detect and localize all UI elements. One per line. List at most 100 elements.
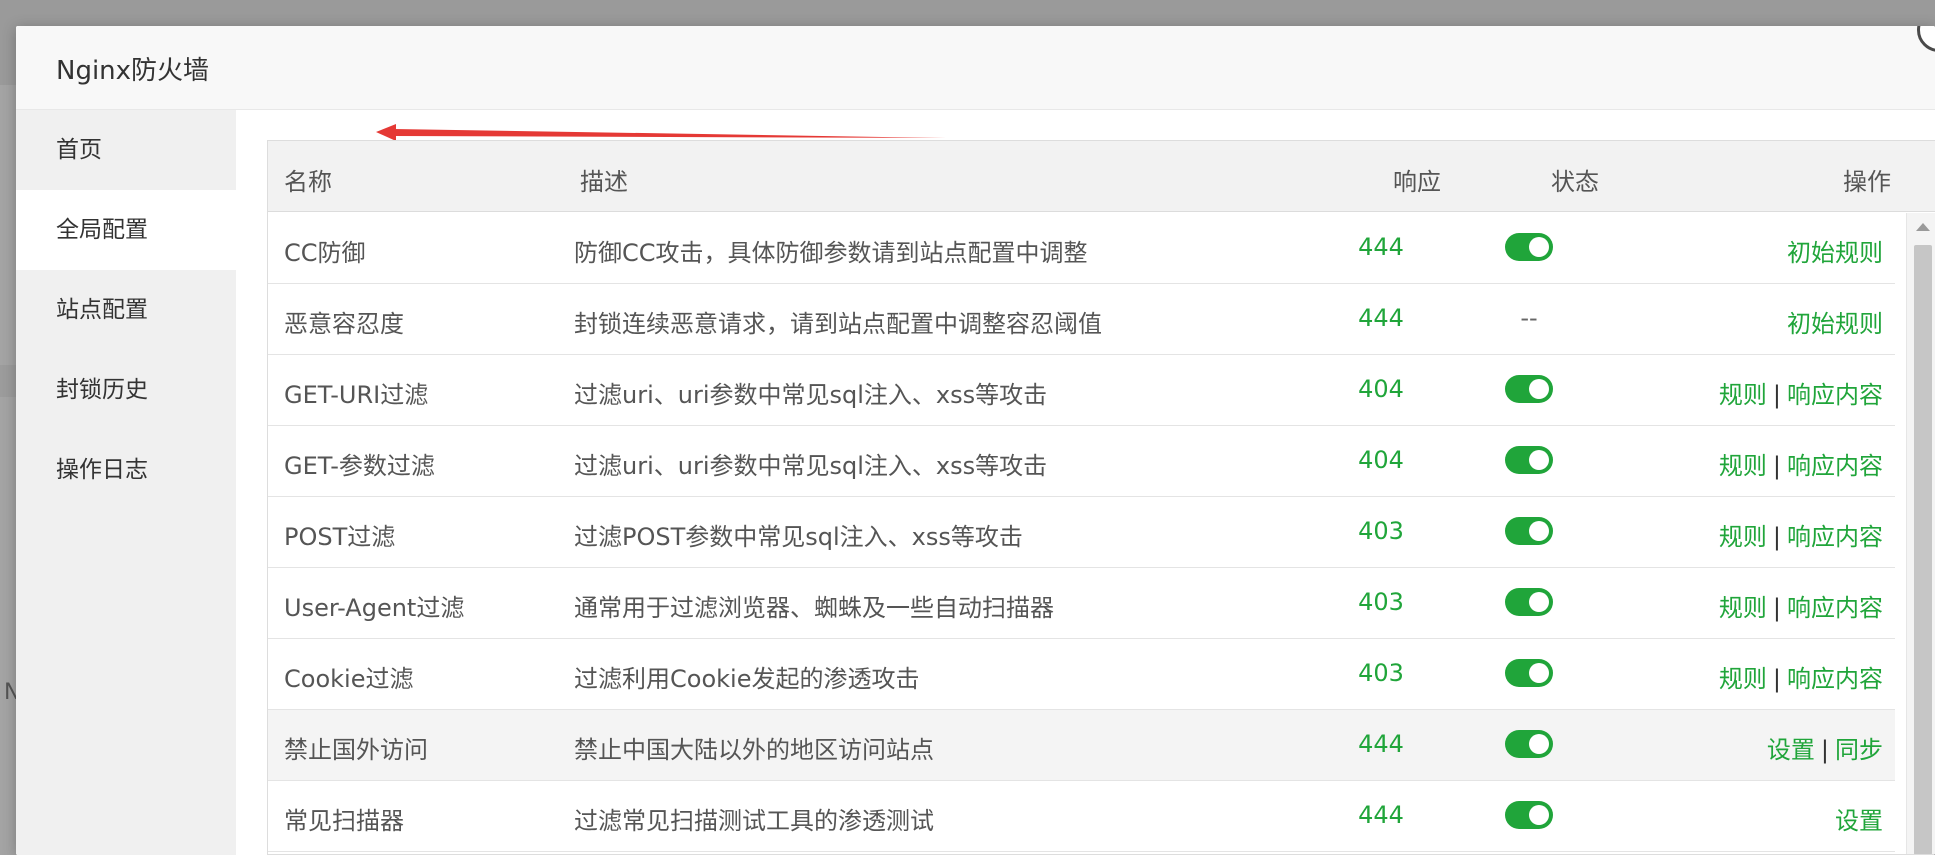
action-link[interactable]: 设置 [1767, 736, 1815, 764]
rule-response-code[interactable]: 403 [1346, 659, 1416, 687]
rule-response-code[interactable]: 404 [1346, 375, 1416, 403]
action-separator: | [1772, 665, 1781, 693]
rule-name: User-Agent过滤 [284, 594, 465, 622]
table-row: GET-URI过滤 过滤uri、uri参数中常见sql注入、xss等攻击 404 规则… [268, 355, 1895, 426]
action-link[interactable]: 初始规则 [1787, 239, 1883, 267]
toggle-knob [1529, 734, 1549, 754]
firewall-modal: Nginx防火墙 首页 全局配置 站点配置 封锁历史 操作日志 名称 描述 响应… [16, 26, 1935, 855]
rule-response-code[interactable]: 403 [1346, 517, 1416, 545]
table-row: CC防御 防御CC攻击，具体防御参数请到站点配置中调整 444 初始规则 [268, 213, 1895, 284]
table-row: 常见扫描器 过滤常见扫描测试工具的渗透测试 444 设置 [268, 781, 1895, 852]
toggle-knob [1529, 805, 1549, 825]
rule-actions: 初始规则 [1787, 304, 1883, 339]
table-row: GET-参数过滤 过滤uri、uri参数中常见sql注入、xss等攻击 404 规则 |… [268, 426, 1895, 497]
rule-status [1494, 446, 1564, 474]
action-link[interactable]: 规则 [1719, 523, 1767, 551]
modal-header: Nginx防火墙 [16, 26, 1935, 110]
status-toggle[interactable] [1505, 801, 1553, 829]
rule-status [1494, 233, 1564, 261]
table-body: CC防御 防御CC攻击，具体防御参数请到站点配置中调整 444 初始规则 恶意容忍度 封锁… [268, 213, 1895, 852]
action-link[interactable]: 规则 [1719, 452, 1767, 480]
sidebar: 首页 全局配置 站点配置 封锁历史 操作日志 [16, 110, 236, 855]
scrollbar-thumb[interactable] [1914, 245, 1932, 854]
rule-actions: 规则 | 响应内容 [1719, 375, 1883, 410]
status-toggle[interactable] [1505, 233, 1553, 261]
modal-title: Nginx防火墙 [56, 56, 210, 86]
status-toggle[interactable] [1505, 659, 1553, 687]
rule-actions: 规则 | 响应内容 [1719, 446, 1883, 481]
action-link[interactable]: 初始规则 [1787, 310, 1883, 338]
sidebar-item-operation-log[interactable]: 操作日志 [16, 430, 236, 510]
action-link[interactable]: 规则 [1719, 594, 1767, 622]
rule-description: 过滤利用Cookie发起的渗透攻击 [574, 665, 920, 693]
toggle-knob [1529, 237, 1549, 257]
rule-description: 禁止中国大陆以外的地区访问站点 [574, 736, 934, 764]
rule-status [1494, 659, 1564, 687]
action-separator: | [1772, 452, 1781, 480]
scroll-up-icon[interactable] [1916, 223, 1930, 231]
rule-response-code[interactable]: 403 [1346, 588, 1416, 616]
rule-response-code[interactable]: 444 [1346, 730, 1416, 758]
action-link[interactable]: 响应内容 [1787, 381, 1883, 409]
rule-actions: 规则 | 响应内容 [1719, 659, 1883, 694]
rule-name: POST过滤 [284, 523, 396, 551]
rule-response-code[interactable]: 444 [1346, 801, 1416, 829]
column-header-ops: 操作 [1843, 168, 1891, 196]
table-row: 恶意容忍度 封锁连续恶意请求，请到站点配置中调整容忍阈值 444 -- 初始规则 [268, 284, 1895, 355]
sidebar-item-site-config[interactable]: 站点配置 [16, 270, 236, 350]
rule-name: 禁止国外访问 [284, 736, 428, 764]
rule-actions: 初始规则 [1787, 233, 1883, 268]
action-link[interactable]: 响应内容 [1787, 523, 1883, 551]
action-link[interactable]: 响应内容 [1787, 594, 1883, 622]
action-separator: | [1772, 523, 1781, 551]
rule-status [1494, 730, 1564, 758]
rule-response-code[interactable]: 444 [1346, 233, 1416, 261]
table-scrollbar[interactable] [1906, 213, 1935, 854]
status-toggle[interactable] [1505, 588, 1553, 616]
rule-status [1494, 588, 1564, 616]
action-link[interactable]: 设置 [1835, 807, 1883, 835]
status-toggle[interactable] [1505, 517, 1553, 545]
action-link[interactable]: 响应内容 [1787, 665, 1883, 693]
column-header-name: 名称 [284, 168, 332, 196]
rule-actions: 规则 | 响应内容 [1719, 588, 1883, 623]
rule-response-code[interactable]: 444 [1346, 304, 1416, 332]
rule-status [1494, 801, 1564, 829]
status-toggle[interactable] [1505, 446, 1553, 474]
action-separator: | [1772, 381, 1781, 409]
column-header-desc: 描述 [580, 168, 628, 196]
status-toggle[interactable] [1505, 730, 1553, 758]
rule-name: GET-URI过滤 [284, 381, 429, 409]
action-link[interactable]: 同步 [1835, 736, 1883, 764]
rule-name: Cookie过滤 [284, 665, 414, 693]
toggle-knob [1529, 521, 1549, 541]
table-row: Cookie过滤 过滤利用Cookie发起的渗透攻击 403 规则 | 响应内容 [268, 639, 1895, 710]
action-link[interactable]: 规则 [1719, 665, 1767, 693]
rule-description: 封锁连续恶意请求，请到站点配置中调整容忍阈值 [574, 310, 1102, 338]
action-link[interactable]: 规则 [1719, 381, 1767, 409]
rule-actions: 设置 [1835, 801, 1883, 836]
toggle-knob [1529, 663, 1549, 683]
rule-response-code[interactable]: 404 [1346, 446, 1416, 474]
rules-table: 名称 描述 响应 状态 操作 CC防御 防御CC攻击，具体防御参数请到站点配置中调… [267, 140, 1935, 855]
rule-actions: 规则 | 响应内容 [1719, 517, 1883, 552]
rule-name: 恶意容忍度 [284, 310, 404, 338]
table-row: POST过滤 过滤POST参数中常见sql注入、xss等攻击 403 规则 | 响应内容 [268, 497, 1895, 568]
status-toggle[interactable] [1505, 375, 1553, 403]
sidebar-item-home[interactable]: 首页 [16, 110, 236, 190]
rule-name: GET-参数过滤 [284, 452, 435, 480]
rule-status [1494, 517, 1564, 545]
column-header-response: 响应 [1393, 168, 1441, 196]
table-row: 禁止国外访问 禁止中国大陆以外的地区访问站点 444 设置 | 同步 [268, 710, 1895, 781]
column-header-status: 状态 [1551, 168, 1599, 196]
rule-status [1494, 375, 1564, 403]
sidebar-item-global-config[interactable]: 全局配置 [16, 190, 236, 270]
rule-name: CC防御 [284, 239, 366, 267]
action-link[interactable]: 响应内容 [1787, 452, 1883, 480]
action-separator: | [1820, 736, 1829, 764]
rule-description: 通常用于过滤浏览器、蜘蛛及一些自动扫描器 [574, 594, 1054, 622]
rule-description: 防御CC攻击，具体防御参数请到站点配置中调整 [574, 239, 1088, 267]
toggle-knob [1529, 450, 1549, 470]
sidebar-item-block-history[interactable]: 封锁历史 [16, 350, 236, 430]
toggle-knob [1529, 379, 1549, 399]
